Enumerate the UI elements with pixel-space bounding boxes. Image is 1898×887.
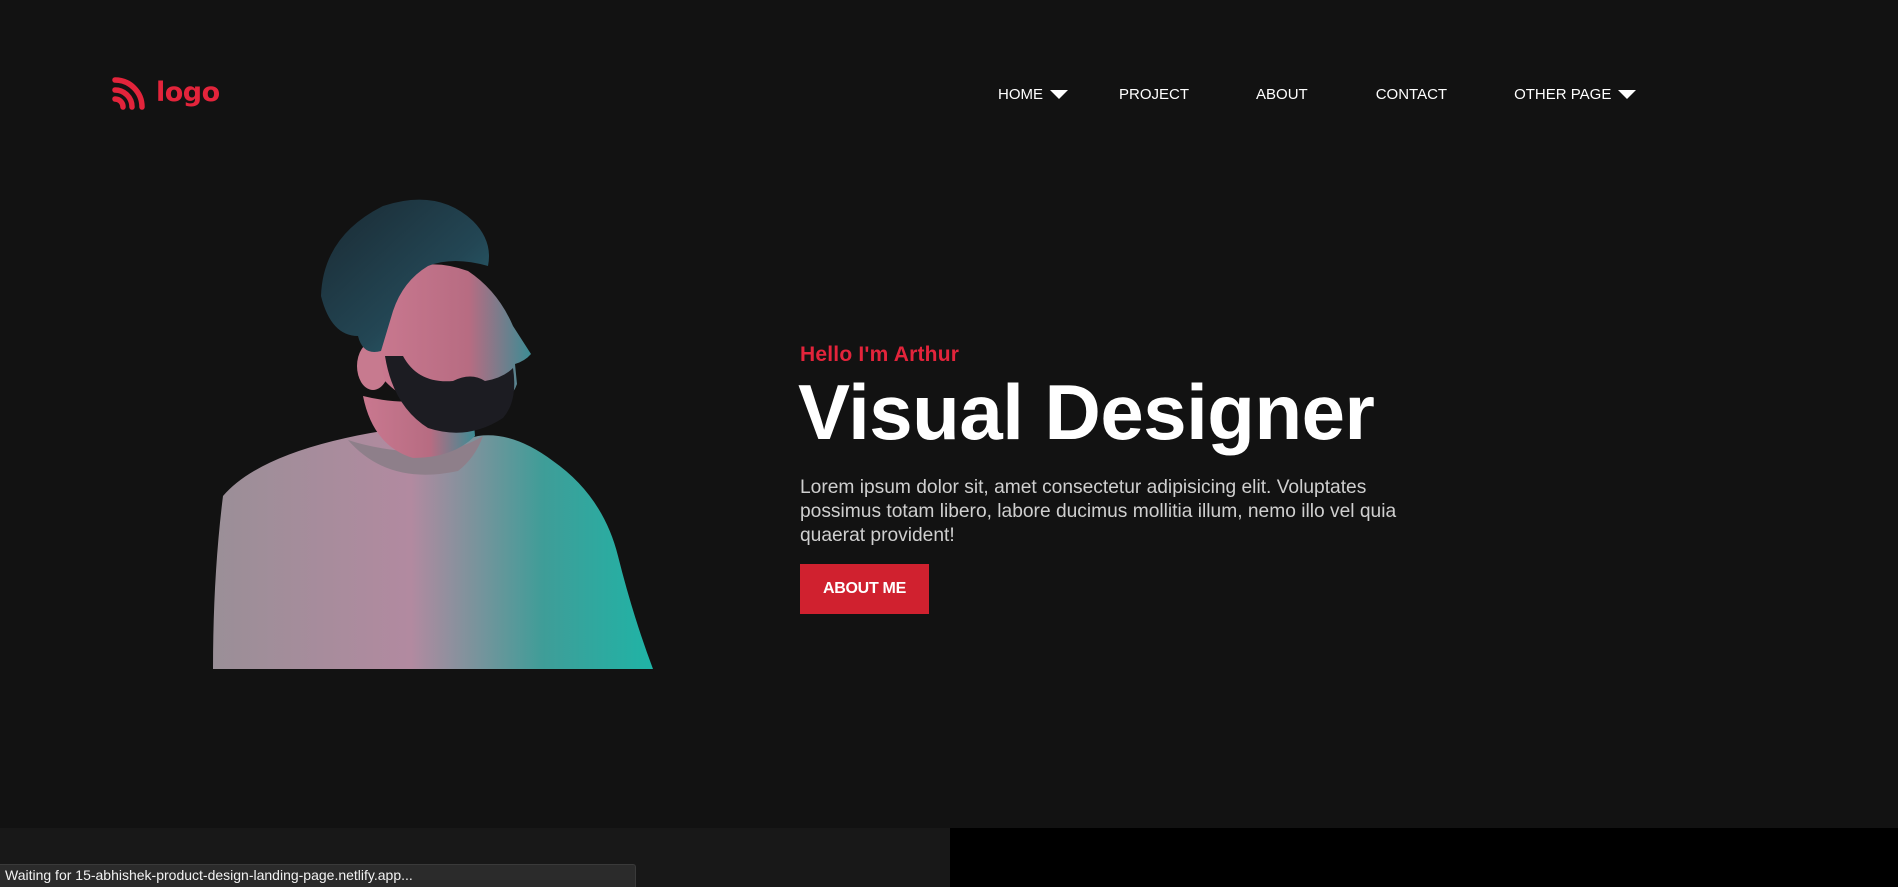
about-me-button[interactable]: ABOUT ME: [800, 564, 929, 614]
hero-title: Visual Designer: [798, 368, 1375, 456]
nav-item-about[interactable]: ABOUT: [1256, 86, 1308, 103]
caret-down-icon: [1050, 90, 1068, 99]
bottom-section-right: [950, 828, 1898, 887]
nav-item-project-label: PROJECT: [1119, 86, 1190, 103]
nav-item-other-page-label: OTHER PAGE: [1514, 86, 1612, 103]
nav-item-contact[interactable]: CONTACT: [1376, 86, 1447, 103]
main-nav: HOME PROJECT ABOUT CONTACT OTHER PAGE: [998, 86, 1637, 103]
nav-item-home-label: HOME: [998, 86, 1043, 103]
logo-text: logo: [156, 76, 220, 108]
hero-greeting: Hello I'm Arthur: [800, 343, 960, 366]
nav-item-other-page[interactable]: OTHER PAGE: [1514, 86, 1637, 103]
hero-description: Lorem ipsum dolor sit, amet consectetur …: [800, 477, 1397, 546]
browser-status-bar: Waiting for 15-abhishek-product-design-l…: [0, 864, 636, 887]
logo[interactable]: logo: [112, 74, 220, 110]
logo-signal-icon: [112, 77, 145, 110]
nav-item-about-label: ABOUT: [1256, 86, 1308, 103]
hero-portrait-image: [213, 199, 653, 669]
landing-page: logo HOME PROJECT ABOUT CONTACT OTHER PA…: [0, 0, 1898, 887]
nav-item-home[interactable]: HOME: [998, 86, 1068, 103]
nav-item-project[interactable]: PROJECT: [1119, 86, 1189, 103]
caret-down-icon: [1618, 90, 1637, 99]
nav-item-contact-label: CONTACT: [1375, 86, 1448, 103]
